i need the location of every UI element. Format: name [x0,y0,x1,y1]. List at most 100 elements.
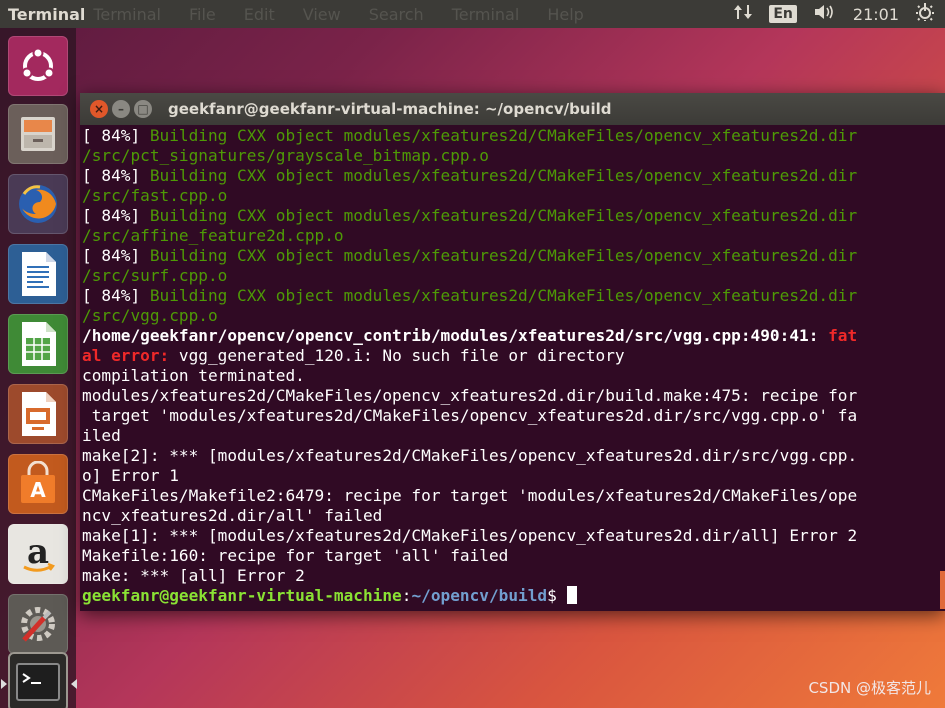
terminal-line: [ 84%] Building CXX object modules/xfeat… [82,166,942,186]
terminal-text-segment: Building CXX object modules/xfeatures2d/… [149,206,858,225]
terminal-text-segment: make[1]: *** [modules/xfeatures2d/CMakeF… [82,526,858,545]
text-cursor [566,586,577,604]
close-icon[interactable]: × [90,100,108,118]
menu-item-file[interactable]: File [189,5,216,24]
svg-text:A: A [30,478,46,502]
terminal-text-segment: [ 84%] [82,286,150,305]
terminal-line: make[1]: *** [modules/xfeatures2d/CMakeF… [82,526,942,546]
terminal-text-segment: /src/pct_signatures/grayscale_bitmap.cpp… [82,146,489,165]
svg-text:a: a [27,532,49,572]
menu-item-edit[interactable]: Edit [244,5,275,24]
menu-item-help[interactable]: Help [547,5,583,24]
terminal-line: CMakeFiles/Makefile2:6479: recipe for ta… [82,486,942,506]
file-cabinet-icon [21,117,55,151]
terminal-text-segment: /src/surf.cpp.o [82,266,228,285]
window-titlebar[interactable]: × – □ geekfanr@geekfanr-virtual-machine:… [80,93,945,125]
scrollbar-edge[interactable] [940,571,945,609]
terminal-text-segment: target 'modules/xfeatures2d/CMakeFiles/o… [82,406,858,425]
terminal-text-segment: [ 84%] [82,206,150,225]
terminal-line: target 'modules/xfeatures2d/CMakeFiles/o… [82,406,942,426]
terminal-text-segment: iled [82,426,121,445]
terminal-line: make: *** [all] Error 2 [82,566,942,586]
launcher-amazon[interactable]: a [8,524,68,584]
terminal-text-segment: Makefile:160: recipe for target 'all' fa… [82,546,509,565]
terminal-line: /src/surf.cpp.o [82,266,942,286]
terminal-line: geekfanr@geekfanr-virtual-machine:~/open… [82,586,942,606]
calc-spreadsheet-icon [22,322,56,366]
terminal-text-segment: geekfanr@geekfanr-virtual-machine [82,586,402,605]
terminal-text-segment: al error: [82,346,179,365]
terminal-text-segment: Building CXX object modules/xfeatures2d/… [149,246,858,265]
menu-bar: Terminal File Edit View Search Terminal … [93,5,597,24]
terminal-text-segment: ~/opencv/build [411,586,548,605]
terminal-text-segment: /src/affine_feature2d.cpp.o [82,226,344,245]
focused-indicator-icon [71,679,77,689]
terminal-text-segment: /src/fast.cpp.o [82,186,228,205]
running-indicator-icon [1,679,7,689]
terminal-line: [ 84%] Building CXX object modules/xfeat… [82,286,942,306]
settings-tools-icon [21,607,55,642]
volume-icon[interactable] [813,3,837,25]
terminal-line: make[2]: *** [modules/xfeatures2d/CMakeF… [82,446,942,466]
terminal-line: modules/xfeatures2d/CMakeFiles/opencv_xf… [82,386,942,406]
terminal-icon [16,663,60,701]
writer-document-icon [22,252,56,296]
settings-gear-icon[interactable] [915,2,935,26]
terminal-text-segment: Building CXX object modules/xfeatures2d/… [149,286,858,305]
terminal-text-segment: CMakeFiles/Makefile2:6479: recipe for ta… [82,486,858,505]
launcher-libreoffice-calc[interactable] [8,314,68,374]
launcher-terminal[interactable] [8,652,68,708]
clock[interactable]: 21:01 [853,5,899,24]
terminal-text-segment: [ 84%] [82,246,150,265]
terminal-text-segment: [ 84%] [82,166,150,185]
terminal-text-segment: Building CXX object modules/xfeatures2d/… [149,166,858,185]
app-title: Terminal [8,4,86,24]
terminal-line: /src/pct_signatures/grayscale_bitmap.cpp… [82,146,942,166]
top-panel: Terminal Terminal File Edit View Search … [0,0,945,28]
terminal-text-segment: o] Error 1 [82,466,179,485]
menu-item-view[interactable]: View [303,5,341,24]
terminal-text-segment: /home/geekfanr/opencv/opencv_contrib/mod… [82,326,829,345]
terminal-line: [ 84%] Building CXX object modules/xfeat… [82,126,942,146]
terminal-text-segment: compilation terminated. [82,366,305,385]
amazon-icon: a [23,532,55,572]
terminal-text-segment: make[2]: *** [modules/xfeatures2d/CMakeF… [82,446,858,465]
terminal-line: [ 84%] Building CXX object modules/xfeat… [82,246,942,266]
menu-item-terminal-app[interactable]: Terminal [93,5,161,24]
terminal-line: iled [82,426,942,446]
launcher-libreoffice-writer[interactable] [8,244,68,304]
launcher-files[interactable] [8,104,68,164]
menu-item-terminal[interactable]: Terminal [452,5,520,24]
terminal-line: compilation terminated. [82,366,942,386]
watermark: CSDN @极客范儿 [808,679,931,697]
maximize-icon[interactable]: □ [134,100,152,118]
terminal-text-segment: $ [547,586,567,605]
terminal-line: [ 84%] Building CXX object modules/xfeat… [82,206,942,226]
launcher-ubuntu-dash[interactable] [8,36,68,96]
terminal-line: /src/vgg.cpp.o [82,306,942,326]
keyboard-layout-indicator[interactable]: En [769,5,797,23]
terminal-text-segment: /src/vgg.cpp.o [82,306,218,325]
launcher-firefox[interactable] [8,174,68,234]
menu-item-search[interactable]: Search [369,5,424,24]
terminal-text-segment: ncv_xfeatures2d.dir/all' failed [82,506,383,525]
terminal-window[interactable]: × – □ geekfanr@geekfanr-virtual-machine:… [80,93,945,611]
window-title: geekfanr@geekfanr-virtual-machine: ~/ope… [168,100,612,118]
terminal-line: ncv_xfeatures2d.dir/all' failed [82,506,942,526]
terminal-line: Makefile:160: recipe for target 'all' fa… [82,546,942,566]
terminal-output[interactable]: [ 84%] Building CXX object modules/xfeat… [82,126,942,611]
terminal-text-segment: : [401,586,412,605]
terminal-text-segment: modules/xfeatures2d/CMakeFiles/opencv_xf… [82,386,858,405]
launcher-software-center[interactable]: A [8,454,68,514]
shopping-bag-icon: A [21,461,55,503]
terminal-line: /src/affine_feature2d.cpp.o [82,226,942,246]
terminal-text-segment: make: *** [all] Error 2 [82,566,305,585]
indicator-area: En 21:01 [733,0,935,28]
launcher-libreoffice-impress[interactable] [8,384,68,444]
launcher-system-settings[interactable] [8,594,68,654]
network-arrows-icon[interactable] [733,3,753,25]
terminal-line: /home/geekfanr/opencv/opencv_contrib/mod… [82,326,942,346]
ubuntu-logo-icon [21,47,55,81]
terminal-line: al error: vgg_generated_120.i: No such f… [82,346,942,366]
minimize-icon[interactable]: – [112,100,130,118]
